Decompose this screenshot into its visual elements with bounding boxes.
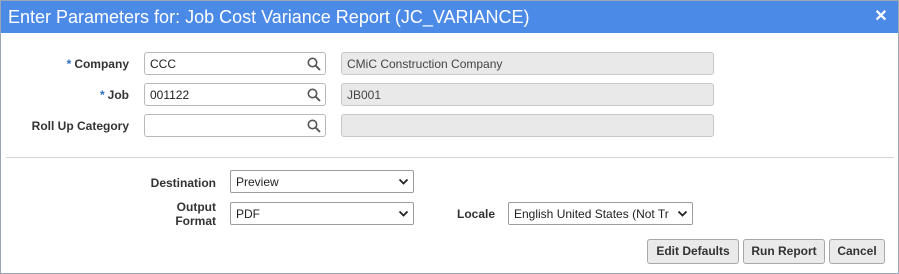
chevron-down-icon	[398, 210, 409, 217]
locale-label: Locale	[456, 207, 495, 221]
section-divider	[6, 157, 894, 158]
search-icon[interactable]	[307, 88, 321, 102]
close-icon[interactable]: ✕	[874, 8, 888, 26]
output-format-select[interactable]: PDF	[230, 202, 414, 225]
company-label: * Company	[66, 57, 129, 71]
company-value: CCC	[150, 57, 176, 71]
destination-label: Destination	[150, 176, 216, 190]
run-report-button[interactable]: Run Report	[743, 239, 825, 264]
required-marker: *	[99, 88, 105, 102]
output-format-label: Output Format	[175, 200, 216, 228]
job-label: * Job	[99, 88, 129, 102]
cancel-button[interactable]: Cancel	[829, 239, 885, 264]
search-icon[interactable]	[307, 119, 321, 133]
job-input[interactable]: 001122	[144, 83, 326, 106]
chevron-down-icon	[677, 210, 688, 217]
report-parameters-dialog: Enter Parameters for: Job Cost Variance …	[0, 0, 899, 274]
roll-up-category-description	[341, 114, 714, 137]
chevron-down-icon	[398, 178, 409, 185]
edit-defaults-button[interactable]: Edit Defaults	[647, 239, 739, 264]
company-input[interactable]: CCC	[144, 52, 326, 75]
locale-select[interactable]: English United States (Not Tr	[508, 202, 693, 225]
dialog-titlebar: Enter Parameters for: Job Cost Variance …	[1, 1, 898, 33]
search-icon[interactable]	[307, 57, 321, 71]
roll-up-category-label: Roll Up Category	[31, 119, 129, 133]
job-value: 001122	[150, 88, 190, 102]
company-description: CMiC Construction Company	[341, 52, 714, 75]
dialog-title: Enter Parameters for: Job Cost Variance …	[8, 7, 530, 27]
roll-up-category-input[interactable]	[144, 114, 326, 137]
destination-select[interactable]: Preview	[230, 170, 414, 193]
required-marker: *	[66, 57, 72, 71]
job-description: JB001	[341, 83, 714, 106]
